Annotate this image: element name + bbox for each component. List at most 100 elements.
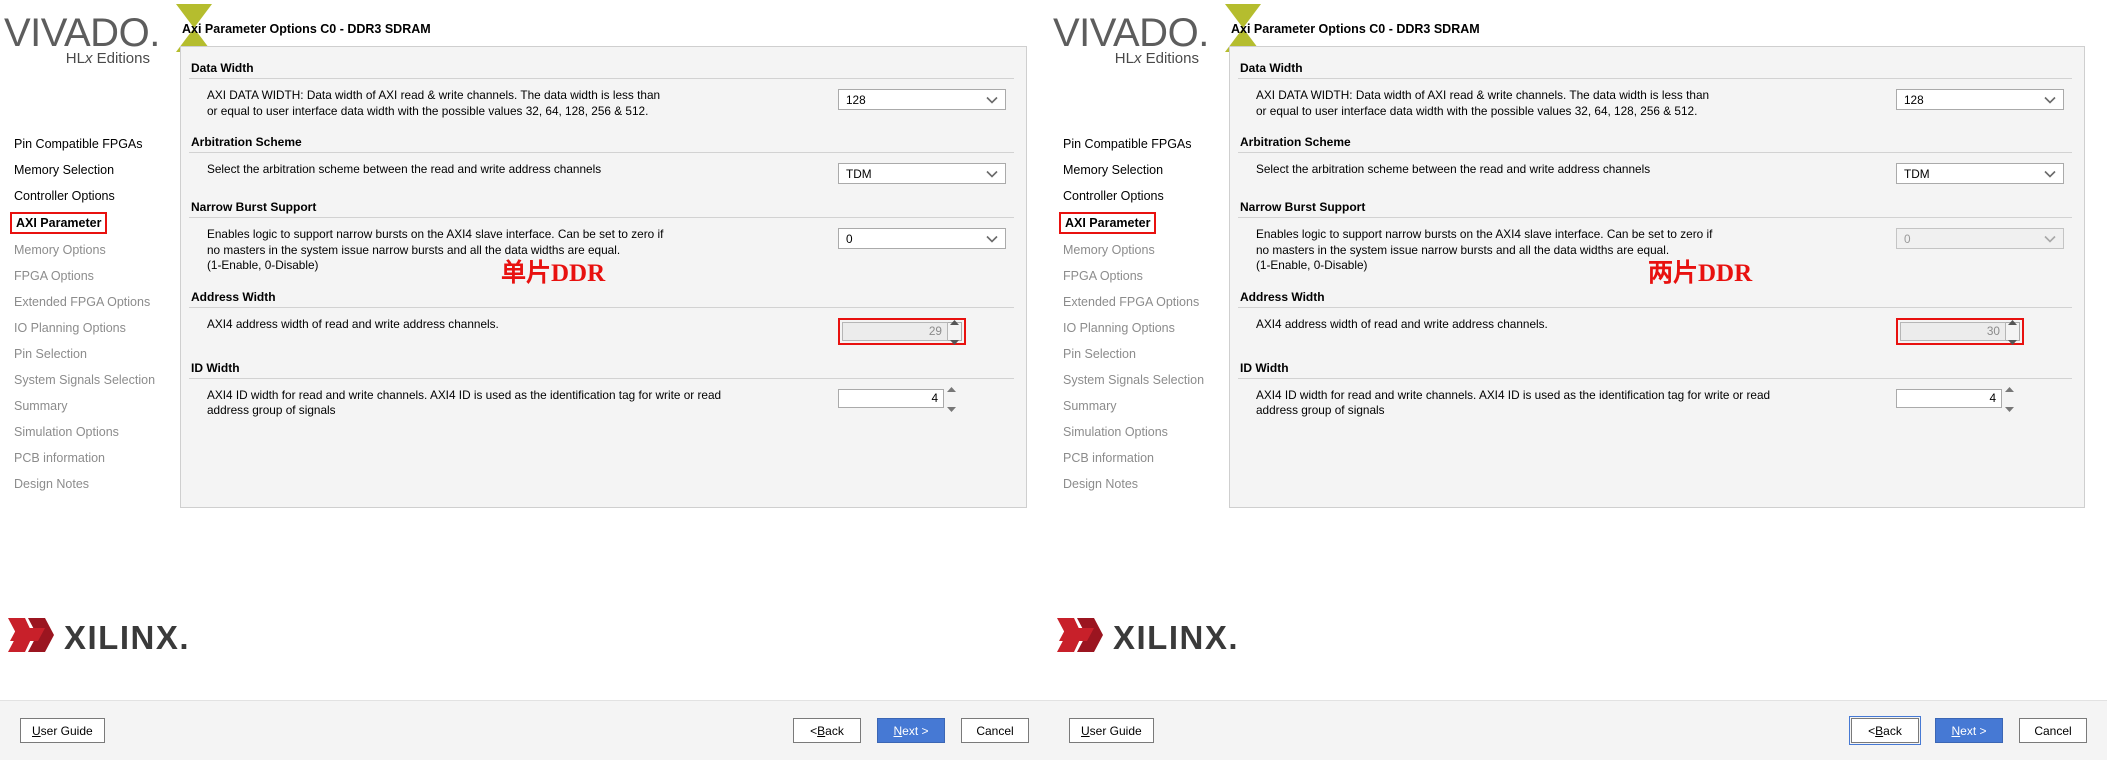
sidebar-item-extended-fpga-options[interactable]: Extended FPGA Options [1063, 292, 1199, 312]
chevron-down-icon [2044, 164, 2056, 183]
narrow-burst-select-left[interactable]: 0 [838, 228, 1006, 249]
address-width-highlight-box-left: 29 [838, 317, 966, 345]
id-width-input-right[interactable]: 4 [1896, 388, 2002, 408]
stepper-up-icon[interactable] [946, 379, 956, 397]
sidebar-item-axi-parameter[interactable]: AXI Parameter [10, 212, 108, 234]
group-desc-id-width: AXI4 ID width for read and write channel… [1238, 388, 1896, 419]
address-width-input-right[interactable]: 30 [1900, 321, 2006, 341]
stepper-down-icon[interactable] [950, 332, 959, 350]
sidebar-item-pcb-information[interactable]: PCB information [1063, 448, 1154, 468]
desc-line: AXI4 ID width for read and write channel… [207, 387, 722, 402]
dialog-body-left: VIVADO. HLx Editions Pin Compatible FPGA… [0, 0, 1049, 700]
address-width-stepper-left[interactable] [948, 320, 962, 345]
data-width-select-right[interactable]: 128 [1896, 89, 2064, 110]
address-width-highlight-box-right: 30 [1896, 317, 2024, 345]
sidebar-item-pin-compatible-fpgas[interactable]: Pin Compatible FPGAs [14, 134, 143, 154]
group-title-data-width: Data Width [1238, 57, 2072, 79]
next-button-left[interactable]: Next > [877, 718, 945, 743]
sidebar-item-controller-options[interactable]: Controller Options [14, 186, 115, 206]
data-width-select-left[interactable]: 128 [838, 89, 1006, 110]
group-data-width-right: Data Width AXI DATA WIDTH: Data width of… [1238, 57, 2072, 131]
id-width-stepper-left[interactable] [944, 387, 958, 412]
sidebar-item-pin-selection[interactable]: Pin Selection [1063, 344, 1136, 364]
sidebar-item-summary[interactable]: Summary [1063, 396, 1116, 416]
group-desc-data-width: AXI DATA WIDTH: Data width of AXI read &… [1238, 88, 1896, 119]
data-width-value: 128 [846, 92, 866, 107]
desc-line: AXI DATA WIDTH: Data width of AXI read &… [207, 88, 661, 102]
vivado-wordmark: VIVADO. [1053, 12, 1217, 54]
stepper-up-icon[interactable] [950, 312, 959, 330]
desc-line: (1-Enable, 0-Disable) [1256, 258, 1368, 272]
group-title-narrow-burst: Narrow Burst Support [1238, 196, 2072, 218]
vivado-wordmark-text: VIVADO [1053, 11, 1199, 55]
group-title-id-width: ID Width [1238, 357, 2072, 379]
sidebar-item-fpga-options[interactable]: FPGA Options [1063, 266, 1143, 286]
sidebar-item-fpga-options[interactable]: FPGA Options [14, 266, 94, 286]
id-width-stepper-right[interactable] [2002, 387, 2016, 412]
cancel-button-left[interactable]: Cancel [961, 718, 1029, 743]
sidebar-item-system-signals-selection[interactable]: System Signals Selection [1063, 370, 1204, 390]
group-arbitration-left: Arbitration Scheme Select the arbitratio… [189, 131, 1014, 196]
sidebar-item-memory-options[interactable]: Memory Options [14, 240, 106, 260]
stepper-down-icon[interactable] [946, 399, 956, 417]
id-width-input-left[interactable]: 4 [838, 388, 944, 408]
wizard-sidebar-right: VIVADO. HLx Editions Pin Compatible FPGA… [1049, 0, 1261, 700]
user-guide-button-right[interactable]: User Guide [1069, 718, 1154, 744]
desc-line: or equal to user interface data width wi… [1256, 103, 1698, 118]
stepper-down-icon[interactable] [2008, 332, 2017, 350]
sidebar-item-memory-selection[interactable]: Memory Selection [1063, 160, 1163, 180]
sidebar-item-pcb-information[interactable]: PCB information [14, 448, 105, 468]
sidebar-item-simulation-options[interactable]: Simulation Options [14, 422, 119, 442]
group-desc-data-width: AXI DATA WIDTH: Data width of AXI read &… [189, 88, 838, 119]
vivado-subtitle-pre: HL [65, 50, 85, 67]
sidebar-item-io-planning-options[interactable]: IO Planning Options [1063, 318, 1175, 338]
sidebar-item-summary[interactable]: Summary [14, 396, 67, 416]
sidebar-item-system-signals-selection[interactable]: System Signals Selection [14, 370, 155, 390]
next-button-right[interactable]: Next > [1935, 718, 2003, 743]
address-width-input-left[interactable]: 29 [842, 321, 948, 341]
arbitration-value: TDM [1904, 166, 1930, 181]
group-address-width-right: Address Width AXI4 address width of read… [1238, 286, 2072, 357]
sidebar-item-pin-compatible-fpgas[interactable]: Pin Compatible FPGAs [1063, 134, 1192, 154]
xilinx-wordmark-text: XILINX [64, 618, 180, 656]
vivado-wordmark: VIVADO. [4, 12, 168, 54]
address-width-value: 30 [1986, 324, 2000, 338]
sidebar-item-memory-options[interactable]: Memory Options [1063, 240, 1155, 260]
xilinx-mark-icon [8, 615, 54, 660]
footer-left: User Guide < Back Next > Cancel [0, 700, 1049, 760]
sidebar-item-axi-parameter[interactable]: AXI Parameter [1059, 212, 1157, 234]
sidebar-item-design-notes[interactable]: Design Notes [14, 474, 89, 494]
narrow-burst-select-right[interactable]: 0 [1896, 228, 2064, 249]
user-guide-button-left[interactable]: User Guide [20, 718, 105, 744]
address-width-value: 29 [928, 324, 942, 338]
cancel-button-right[interactable]: Cancel [2019, 718, 2087, 743]
id-width-value: 4 [931, 391, 938, 405]
stepper-down-icon[interactable] [2004, 399, 2014, 417]
stepper-up-icon[interactable] [2004, 379, 2014, 397]
sidebar-item-io-planning-options[interactable]: IO Planning Options [14, 318, 126, 338]
arbitration-scheme-select-left[interactable]: TDM [838, 163, 1006, 184]
sidebar-item-design-notes[interactable]: Design Notes [1063, 474, 1138, 494]
dialog-body-right: VIVADO. HLx Editions Pin Compatible FPGA… [1049, 0, 2107, 700]
sidebar-item-simulation-options[interactable]: Simulation Options [1063, 422, 1168, 442]
sidebar-item-memory-selection[interactable]: Memory Selection [14, 160, 114, 180]
xilinx-logo-right: XILINX. [1057, 615, 1239, 660]
back-button-right[interactable]: < Back [1849, 716, 1921, 745]
stepper-up-icon[interactable] [2008, 312, 2017, 330]
address-width-stepper-right[interactable] [2006, 320, 2020, 345]
options-frame-right: Data Width AXI DATA WIDTH: Data width of… [1229, 46, 2085, 508]
sidebar-item-extended-fpga-options[interactable]: Extended FPGA Options [14, 292, 150, 312]
sidebar-item-pin-selection[interactable]: Pin Selection [14, 344, 87, 364]
group-desc-id-width: AXI4 ID width for read and write channel… [189, 388, 838, 419]
wizard-content-left: Axi Parameter Options C0 - DDR3 SDRAM Da… [176, 0, 1049, 700]
group-title-narrow-burst: Narrow Burst Support [189, 196, 1014, 218]
xilinx-wordmark: XILINX. [64, 619, 190, 657]
back-button-left[interactable]: < Back [793, 718, 861, 743]
group-desc-address-width: AXI4 address width of read and write add… [189, 317, 838, 333]
annotation-right: 两片DDR [1648, 260, 1753, 287]
sidebar-items-left: Pin Compatible FPGAs Memory Selection Co… [0, 134, 176, 500]
desc-line: address group of signals [207, 403, 336, 417]
arbitration-scheme-select-right[interactable]: TDM [1896, 163, 2064, 184]
sidebar-item-controller-options[interactable]: Controller Options [1063, 186, 1164, 206]
group-id-width-left: ID Width AXI4 ID width for read and writ… [189, 357, 1014, 431]
